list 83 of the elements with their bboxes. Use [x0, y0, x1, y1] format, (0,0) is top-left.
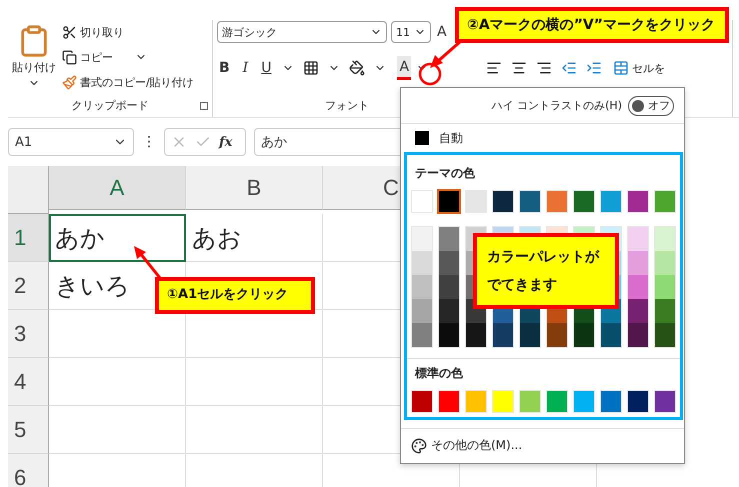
color-swatch[interactable]: [655, 275, 675, 299]
paste-button[interactable]: 貼り付け: [12, 20, 56, 95]
table-cell[interactable]: あお: [186, 214, 323, 262]
paintbrush-icon: [62, 74, 77, 90]
column-header[interactable]: A: [49, 166, 186, 210]
function-button[interactable]: fx: [219, 134, 232, 150]
color-swatch[interactable]: [439, 251, 459, 275]
group-label: クリップボード: [72, 99, 148, 112]
color-swatch[interactable]: [466, 323, 486, 347]
color-swatch[interactable]: [439, 227, 459, 251]
color-swatch[interactable]: [438, 190, 460, 213]
color-swatch[interactable]: [628, 251, 648, 275]
callout-tooltip: カラーパレットがでてきます: [473, 233, 619, 309]
align-left-icon[interactable]: [486, 60, 502, 76]
color-swatch[interactable]: [412, 275, 432, 299]
table-cell[interactable]: [49, 358, 186, 406]
color-swatch[interactable]: [655, 299, 675, 323]
row-header[interactable]: 6: [8, 454, 49, 487]
arrow: [430, 38, 463, 68]
automatic-color-item[interactable]: 自動: [401, 124, 684, 152]
bold-button[interactable]: B: [217, 56, 232, 80]
align-center-icon[interactable]: [511, 60, 528, 76]
color-swatch[interactable]: [628, 275, 648, 299]
color-swatch[interactable]: [655, 227, 675, 251]
merge-cells-icon: [613, 60, 630, 76]
color-swatch[interactable]: [574, 323, 594, 347]
copy-button[interactable]: コピー: [60, 45, 115, 69]
color-swatch[interactable]: [655, 323, 675, 347]
font-name-field[interactable]: 游ゴシック: [217, 21, 387, 43]
row-header[interactable]: 1: [8, 214, 49, 262]
color-swatch[interactable]: [493, 323, 513, 347]
table-cell[interactable]: [49, 406, 186, 454]
color-swatch[interactable]: [412, 323, 432, 347]
row-header[interactable]: 5: [8, 406, 49, 454]
merge-cells-button[interactable]: セルを: [611, 56, 668, 80]
row-header[interactable]: 3: [8, 310, 49, 358]
indent-decrease-icon[interactable]: [561, 60, 578, 76]
color-swatch[interactable]: [439, 299, 459, 323]
color-swatch[interactable]: [601, 323, 621, 347]
color-swatch[interactable]: [412, 227, 432, 251]
highlight-circle: [418, 62, 442, 86]
select-all-corner[interactable]: [8, 166, 49, 214]
column-header[interactable]: B: [186, 166, 323, 210]
border-icon[interactable]: [303, 60, 320, 76]
color-swatch[interactable]: [439, 323, 459, 347]
table-cell[interactable]: [186, 406, 323, 454]
dialog-launcher-icon[interactable]: [200, 102, 208, 110]
more-colors-item[interactable]: その他の色(M)...: [401, 428, 684, 462]
copy-icon: [62, 50, 77, 64]
fill-bucket-icon[interactable]: [349, 60, 366, 76]
grow-font-button[interactable]: A: [435, 20, 449, 44]
row-header[interactable]: 4: [8, 358, 49, 406]
palette-icon: [411, 438, 427, 454]
color-swatch[interactable]: [439, 275, 459, 299]
group-label: フォント: [325, 99, 369, 112]
underline-button[interactable]: U: [259, 56, 274, 80]
high-contrast-toggle[interactable]: オフ: [628, 96, 674, 116]
format-painter-button[interactable]: 書式のコピー/貼り付け: [60, 70, 196, 94]
font-size-field[interactable]: 11: [391, 21, 431, 43]
cut-button[interactable]: 切り取り: [60, 20, 196, 44]
indent-increase-icon[interactable]: [586, 60, 602, 76]
row-header[interactable]: 2: [8, 262, 49, 310]
color-swatch[interactable]: [547, 323, 567, 347]
align-right-icon[interactable]: [536, 60, 552, 76]
table-cell[interactable]: あか: [49, 214, 186, 262]
color-swatch[interactable]: [628, 299, 648, 323]
italic-button[interactable]: I: [240, 56, 250, 80]
color-swatch[interactable]: [412, 251, 432, 275]
callout-tooltip: ①A1セルをクリック: [155, 277, 315, 314]
callout-tooltip: ②Aマークの横の”V”マークをクリック: [455, 7, 729, 44]
color-swatch[interactable]: [412, 299, 432, 323]
name-box[interactable]: A1: [8, 128, 134, 156]
section-title: 標準の色: [414, 365, 464, 382]
color-swatch[interactable]: [628, 227, 648, 251]
high-contrast-label: ハイ コントラストのみ(H): [492, 98, 622, 113]
color-swatch[interactable]: [655, 251, 675, 275]
font-color-button[interactable]: A: [397, 56, 412, 80]
table-cell[interactable]: [186, 358, 323, 406]
color-swatch[interactable]: [520, 323, 540, 347]
color-swatch[interactable]: [628, 323, 648, 347]
more-icon[interactable]: ⋮: [142, 134, 156, 150]
scissors-icon: [62, 24, 77, 40]
arrow: [134, 246, 162, 279]
